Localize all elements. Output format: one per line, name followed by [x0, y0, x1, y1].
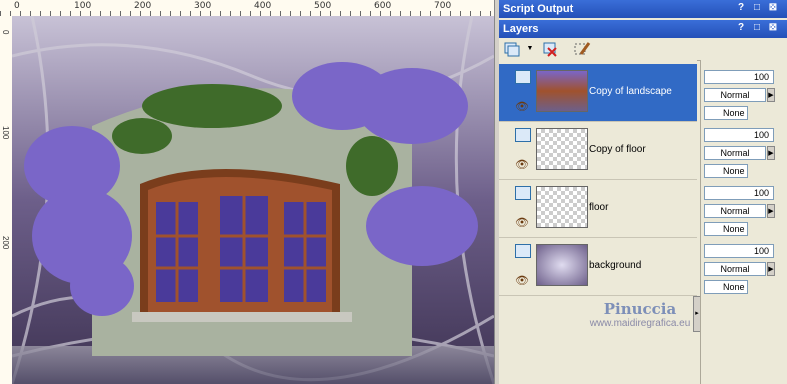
- ruler-label: 500: [314, 1, 332, 11]
- chevron-right-icon[interactable]: ▶: [767, 204, 775, 218]
- layer-props-row: 100 Normal ▶ ⛓ None: [701, 180, 787, 238]
- layer-type-icon: [515, 186, 531, 200]
- chevron-right-icon[interactable]: ▶: [767, 146, 775, 160]
- image-canvas[interactable]: [12, 16, 494, 384]
- visibility-eye-icon[interactable]: 👁: [515, 216, 529, 229]
- watermark: Pinuccia www.maidiregrafica.eu: [570, 300, 710, 329]
- delete-layer-icon[interactable]: [541, 40, 559, 58]
- layer-row[interactable]: 👁 floor: [499, 180, 697, 238]
- opacity-field[interactable]: 100: [704, 128, 774, 142]
- blend-mode-select[interactable]: Normal: [704, 204, 766, 218]
- chevron-right-icon[interactable]: ▶: [767, 262, 775, 276]
- chevron-right-icon[interactable]: ▶: [767, 88, 775, 102]
- visibility-eye-icon[interactable]: 👁: [515, 100, 529, 113]
- ruler-label: 100: [1, 126, 10, 140]
- ruler-label: 0: [14, 1, 20, 11]
- layers-title-bar[interactable]: Layers ? □ ⊠: [499, 20, 787, 38]
- watermark-name: Pinuccia: [603, 300, 677, 318]
- script-output-title: Script Output: [503, 3, 574, 15]
- blend-mode-select[interactable]: Normal: [704, 88, 766, 102]
- ruler-label: 400: [254, 1, 272, 11]
- door-step: [132, 312, 352, 322]
- watermark-url: www.maidiregrafica.eu: [589, 318, 691, 329]
- layers-toolbar: ▼: [499, 38, 787, 61]
- opacity-field[interactable]: 100: [704, 244, 774, 258]
- restore-icon[interactable]: □: [751, 2, 763, 14]
- mask-select[interactable]: None: [704, 222, 748, 236]
- door-glass: [156, 196, 326, 302]
- ruler-label: 100: [74, 1, 92, 11]
- ruler-label: 600: [374, 1, 392, 11]
- new-layer-icon[interactable]: [503, 40, 521, 58]
- layer-properties: 100 Normal ▶ ⛓ None 100 Normal ▶ ⛓ None …: [700, 60, 787, 384]
- blend-mode-select[interactable]: Normal: [704, 262, 766, 276]
- mask-select[interactable]: None: [704, 280, 748, 294]
- mask-select[interactable]: None: [704, 106, 748, 120]
- layer-thumbnail: [536, 186, 588, 228]
- close-icon[interactable]: ⊠: [767, 2, 779, 14]
- layer-name: Copy of landscape: [589, 86, 672, 97]
- layer-type-icon: [515, 128, 531, 142]
- ruler-label: 0: [1, 30, 10, 35]
- layers-title: Layers: [503, 23, 539, 35]
- horizontal-ruler: 0 100 200 300 400 500 600 700: [0, 0, 494, 17]
- layer-props-row: 100 Normal ▶ ⛓ None: [701, 64, 787, 122]
- script-output-title-bar[interactable]: Script Output ? □ ⊠: [499, 0, 787, 18]
- mask-select[interactable]: None: [704, 164, 748, 178]
- layer-props-row: 100 Normal ▶ ⛓ None: [701, 122, 787, 180]
- ruler-label: 700: [434, 1, 452, 11]
- edit-icon[interactable]: [573, 40, 591, 58]
- layer-thumbnail: [536, 128, 588, 170]
- visibility-eye-icon[interactable]: 👁: [515, 158, 529, 171]
- restore-icon[interactable]: □: [751, 22, 763, 34]
- layer-row[interactable]: 👁 Copy of landscape: [499, 64, 697, 122]
- layer-type-icon: [515, 70, 531, 84]
- opacity-field[interactable]: 100: [704, 186, 774, 200]
- layers-list: 👁 Copy of landscape 👁 Copy of floor 👁 fl…: [499, 60, 697, 384]
- layer-type-icon: [515, 244, 531, 258]
- layer-props-row: 100 Normal ▶ ⛓ None: [701, 238, 787, 296]
- layer-row[interactable]: 👁 Copy of floor: [499, 122, 697, 180]
- blend-mode-select[interactable]: Normal: [704, 146, 766, 160]
- help-icon[interactable]: ?: [735, 2, 747, 14]
- help-icon[interactable]: ?: [735, 22, 747, 34]
- layer-name: floor: [589, 202, 609, 213]
- close-icon[interactable]: ⊠: [767, 22, 779, 34]
- layer-row[interactable]: 👁 background: [499, 238, 697, 296]
- ruler-label: 200: [1, 236, 10, 250]
- layer-dropdown-icon[interactable]: ▼: [521, 40, 539, 58]
- layer-name: background: [589, 260, 642, 271]
- ruler-label: 200: [134, 1, 152, 11]
- layer-thumbnail: [536, 244, 588, 286]
- visibility-eye-icon[interactable]: 👁: [515, 274, 529, 287]
- ruler-label: 300: [194, 1, 212, 11]
- opacity-field[interactable]: 100: [704, 70, 774, 84]
- layer-name: Copy of floor: [589, 144, 646, 155]
- canvas-artwork: [12, 16, 494, 384]
- layer-thumbnail: [536, 70, 588, 112]
